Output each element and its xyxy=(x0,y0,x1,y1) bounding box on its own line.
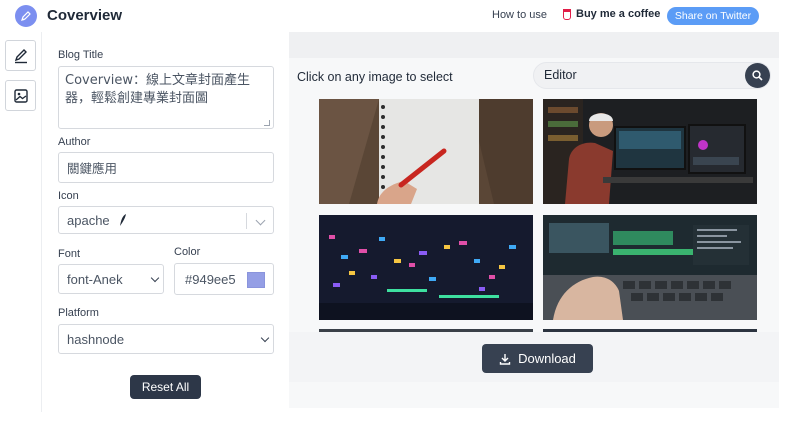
blog-title-input[interactable]: Coverview：線上文章封面產生器，輕鬆創建專業封面圖 xyxy=(58,66,274,129)
download-icon xyxy=(499,353,511,365)
author-label: Author xyxy=(58,136,91,148)
chevron-down-icon xyxy=(260,333,270,343)
color-swatch[interactable] xyxy=(247,272,265,288)
tool-rail xyxy=(0,32,42,412)
search-icon xyxy=(752,70,763,81)
font-label: Font xyxy=(58,248,81,260)
how-to-use-link[interactable]: How to use xyxy=(492,9,547,21)
reset-all-button[interactable]: Reset All xyxy=(130,375,201,399)
icon-select-value: apache xyxy=(67,212,110,228)
image-grid xyxy=(319,99,757,332)
editor-tab-button[interactable] xyxy=(5,40,36,71)
coffee-icon xyxy=(563,8,571,20)
app-header: Coverview How to use Buy me a coffee Sha… xyxy=(0,0,800,32)
buy-coffee-label: Buy me a coffee xyxy=(576,8,661,20)
platform-label: Platform xyxy=(58,307,99,319)
platform-select-value: hashnode xyxy=(67,331,125,347)
font-select-value: font-Anek xyxy=(67,271,123,287)
color-label: Color xyxy=(174,246,201,258)
image-thumb[interactable] xyxy=(319,215,533,320)
color-value: #949ee5 xyxy=(185,271,236,287)
search-button[interactable] xyxy=(745,63,770,88)
download-button[interactable]: Download xyxy=(482,344,593,373)
image-icon xyxy=(13,88,28,103)
image-thumb[interactable] xyxy=(319,99,533,204)
pen-icon xyxy=(15,5,37,27)
image-search-bar xyxy=(533,62,771,89)
share-twitter-button[interactable]: Share on Twitter xyxy=(667,7,759,25)
author-input[interactable]: 關鍵應用 xyxy=(58,152,274,183)
icon-label: Icon xyxy=(58,190,79,202)
image-tab-button[interactable] xyxy=(5,80,36,111)
pen-icon xyxy=(14,48,27,63)
download-label: Download xyxy=(518,351,576,366)
select-image-hint: Click on any image to select xyxy=(297,70,453,84)
color-input[interactable]: #949ee5 xyxy=(174,263,274,295)
image-thumb[interactable] xyxy=(543,215,757,320)
buy-coffee-link[interactable]: Buy me a coffee xyxy=(563,8,660,20)
select-divider xyxy=(246,213,247,229)
icon-select[interactable]: apache xyxy=(58,206,274,234)
platform-select[interactable]: hashnode xyxy=(58,324,274,354)
feather-icon xyxy=(119,214,126,226)
resize-grip-icon[interactable] xyxy=(264,120,270,126)
blog-title-label: Blog Title xyxy=(58,49,104,61)
preview-strip xyxy=(289,32,779,58)
chevron-down-icon[interactable] xyxy=(255,215,266,226)
image-search-input[interactable] xyxy=(544,68,734,82)
image-thumb[interactable] xyxy=(543,99,757,204)
app-title: Coverview xyxy=(47,7,123,24)
chevron-down-icon xyxy=(150,273,160,283)
font-select[interactable]: font-Anek xyxy=(58,264,164,294)
